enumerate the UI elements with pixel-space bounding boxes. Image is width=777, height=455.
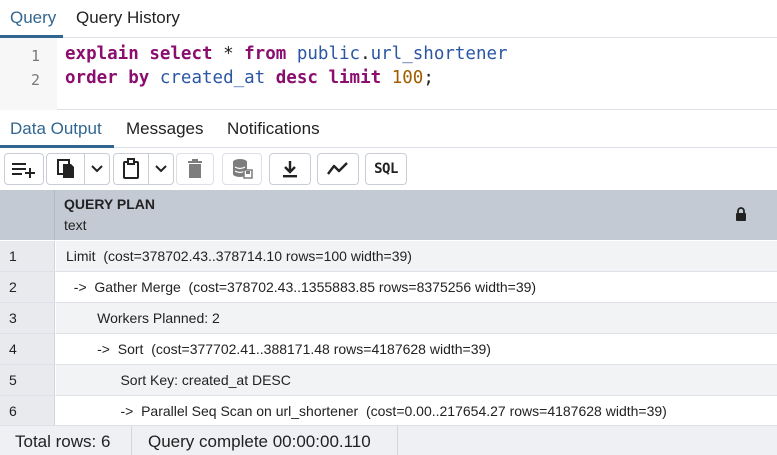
delete-icon (188, 159, 202, 178)
row-number[interactable]: 1 (0, 241, 55, 271)
row-number[interactable]: 5 (0, 365, 55, 395)
query-plan-cell[interactable]: Workers Planned: 2 (56, 303, 777, 333)
status-divider (131, 426, 132, 455)
copy-button[interactable] (46, 153, 85, 185)
query-plan-cell[interactable]: Limit (cost=378702.43..378714.10 rows=10… (56, 241, 777, 271)
code-token: desc (275, 68, 318, 88)
tab-notifications[interactable]: Notifications (227, 110, 320, 148)
tab-data-output[interactable]: Data Output (10, 110, 102, 148)
total-rows-status: Total rows: 6 (15, 432, 111, 451)
download-button[interactable] (269, 153, 311, 185)
graph-visualiser-icon (327, 162, 348, 175)
row-number[interactable]: 4 (0, 334, 55, 364)
code-token: public (296, 44, 361, 64)
query-tabs-bar: Query Query History (0, 0, 777, 38)
active-result-tab-indicator (0, 145, 114, 148)
query-plan-cell[interactable]: -> Parallel Seq Scan on url_shortener (c… (56, 396, 777, 425)
code-token: * (212, 44, 245, 64)
data-grid: QUERY PLAN text 1 Limit (cost=378702.43.… (0, 190, 777, 425)
row-number[interactable]: 6 (0, 396, 55, 425)
sql-label: SQL (374, 161, 398, 177)
grid-header: QUERY PLAN text (0, 190, 777, 240)
line-number: 1 (30, 47, 40, 65)
status-bar: Total rows: 6 Query complete 00:00:00.11… (0, 425, 777, 455)
code-token: 100 (391, 68, 424, 88)
query-complete-status: Query complete 00:00:00.110 (148, 432, 371, 451)
save-data-icon (233, 159, 253, 179)
code-token: from (244, 44, 287, 64)
copy-options-chevron-icon (91, 165, 103, 173)
code-token: ; (423, 68, 434, 88)
row-number-header[interactable] (0, 190, 55, 240)
table-row[interactable]: 4 -> Sort (cost=377702.41..388171.48 row… (0, 334, 777, 365)
line-number-gutter: 1 2 (0, 38, 57, 110)
code-token: explain (65, 44, 139, 64)
row-number[interactable]: 2 (0, 272, 55, 302)
code-token: select (149, 44, 213, 64)
result-tabs-bar: Data Output Messages Notifications (0, 110, 777, 148)
query-plan-cell[interactable]: Sort Key: created_at DESC (56, 365, 777, 395)
delete-button[interactable] (176, 153, 214, 185)
tab-query[interactable]: Query (10, 0, 56, 38)
column-header-query-plan[interactable]: QUERY PLAN text (56, 190, 777, 240)
status-divider (397, 426, 398, 455)
sql-editor[interactable]: 1 2 explain select * from public.url_sho… (0, 38, 777, 110)
paste-options-button[interactable] (149, 153, 174, 185)
copy-options-button[interactable] (85, 153, 110, 185)
lock-icon (736, 207, 746, 221)
code-token: limit (328, 68, 382, 88)
paste-icon (123, 158, 139, 179)
code-token: created_at (159, 68, 266, 88)
query-plan-cell[interactable]: -> Gather Merge (cost=378702.43..1355883… (56, 272, 777, 302)
add-row-icon (12, 163, 35, 178)
paste-button[interactable] (113, 153, 149, 185)
sql-button[interactable]: SQL (365, 153, 407, 185)
data-output-toolbar: SQL (0, 149, 777, 190)
column-type: text (64, 217, 87, 233)
code-token: url_shortener (370, 44, 508, 64)
paste-options-chevron-icon (155, 165, 167, 173)
row-number[interactable]: 3 (0, 303, 55, 333)
table-row[interactable]: 3 Workers Planned: 2 (0, 303, 777, 334)
column-name: QUERY PLAN (64, 196, 156, 212)
table-row[interactable]: 1 Limit (cost=378702.43..378714.10 rows=… (0, 241, 777, 272)
save-data-button[interactable] (222, 153, 262, 185)
code-token: . (360, 44, 371, 64)
download-icon (283, 161, 297, 178)
tab-messages[interactable]: Messages (126, 110, 203, 148)
copy-icon (56, 159, 74, 178)
line-number: 2 (30, 71, 40, 89)
graph-visualiser-button[interactable] (317, 153, 359, 185)
query-plan-cell[interactable]: -> Sort (cost=377702.41..388171.48 rows=… (56, 334, 777, 364)
table-row[interactable]: 2 -> Gather Merge (cost=378702.43..13558… (0, 272, 777, 303)
code-line[interactable]: explain select * from public.url_shorten… (65, 44, 508, 64)
tab-query-history[interactable]: Query History (76, 0, 180, 38)
add-row-button[interactable] (4, 153, 44, 185)
code-token: order (65, 68, 118, 88)
table-row[interactable]: 5 Sort Key: created_at DESC (0, 365, 777, 396)
code-token: by (128, 68, 150, 88)
table-row[interactable]: 6 -> Parallel Seq Scan on url_shortener … (0, 396, 777, 425)
code-line[interactable]: order by created_at desc limit 100; (65, 68, 434, 88)
